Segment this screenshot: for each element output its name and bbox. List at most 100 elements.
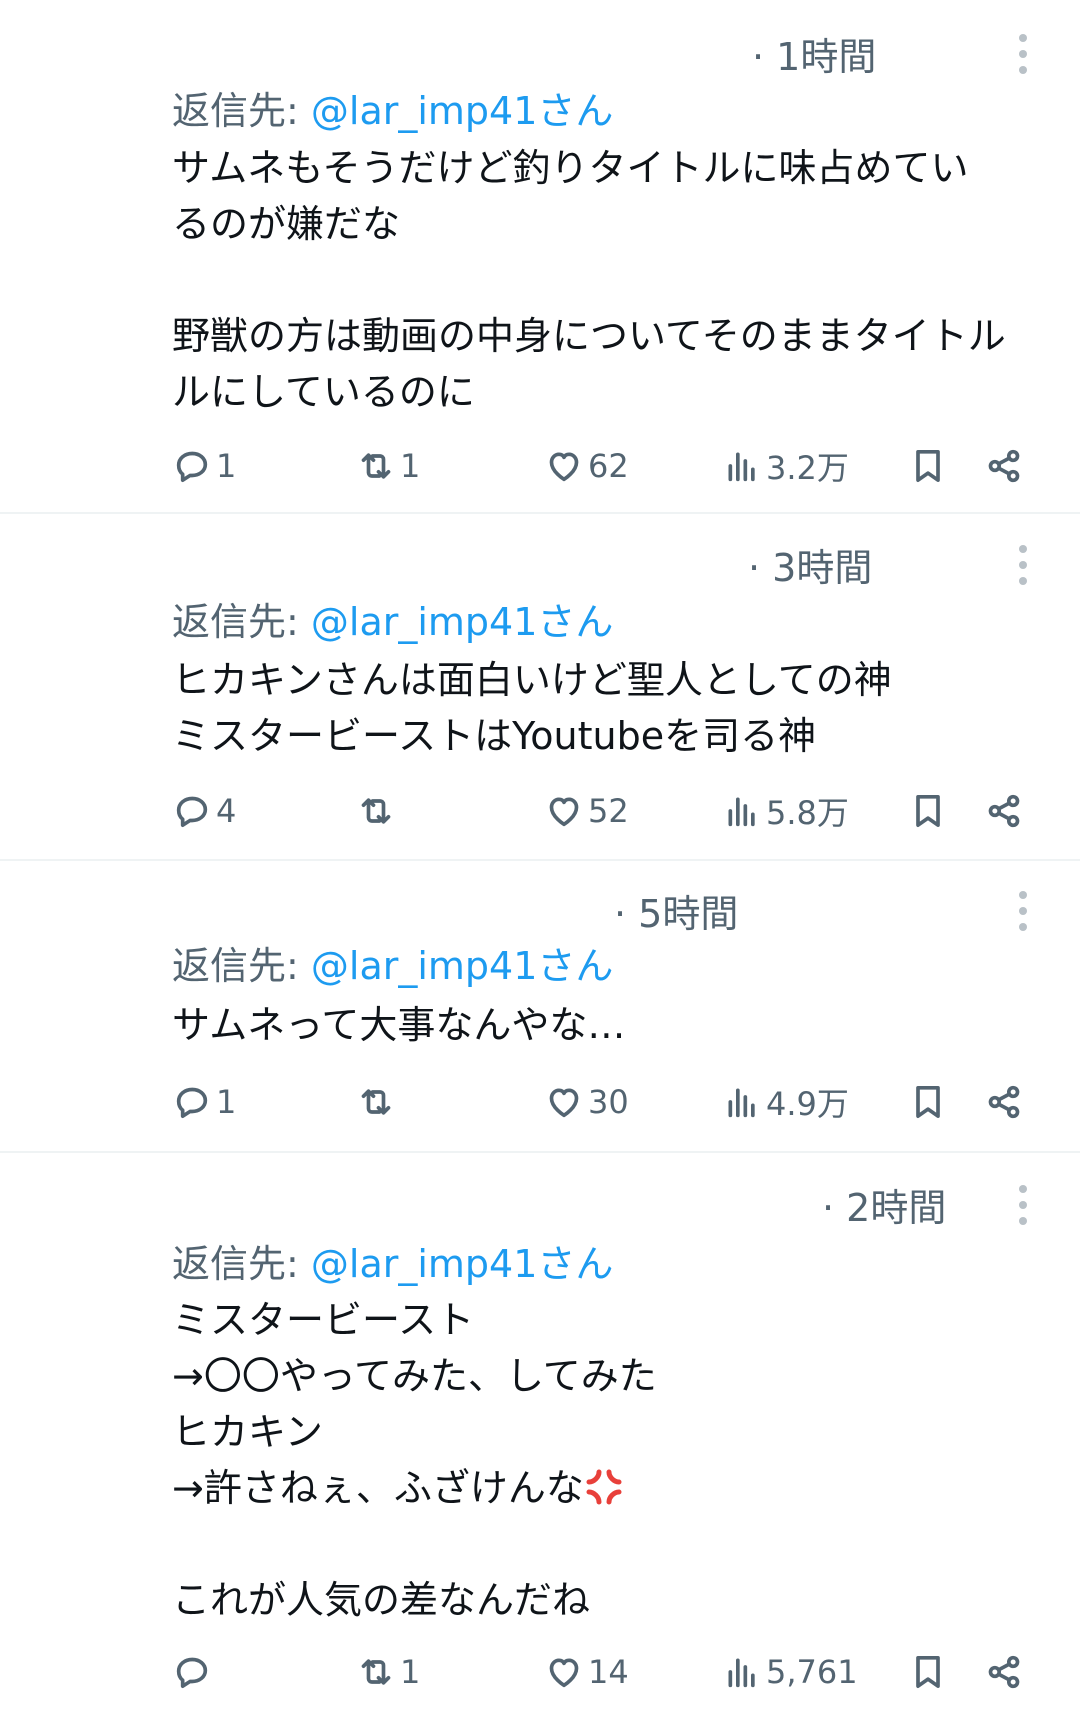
tweet-text-line: 野獣の方は動画の中身についてそのままタイトル	[172, 314, 1006, 358]
reply-button[interactable]	[172, 1646, 216, 1698]
heart-icon	[549, 797, 579, 827]
retweet-icon	[361, 798, 391, 824]
heart-icon	[549, 1658, 579, 1688]
reply-icon	[176, 1657, 208, 1688]
tweet-timestamp[interactable]: · 3時間	[748, 537, 872, 592]
bookmark-button[interactable]	[908, 785, 948, 837]
heart-icon	[549, 452, 579, 482]
action-bar: 1 1 62 3.2万	[0, 440, 1080, 492]
share-button[interactable]	[984, 1076, 1024, 1128]
views-button[interactable]: 3.2万	[722, 440, 849, 492]
reply-handle-link[interactable]: @lar_imp41さん	[311, 600, 614, 644]
view-count: 5,761	[766, 1653, 858, 1691]
reply-to-line: 返信先: @lar_imp41さん	[172, 80, 613, 135]
views-button[interactable]: 4.9万	[722, 1076, 849, 1128]
reply-handle-link[interactable]: @lar_imp41さん	[311, 1242, 614, 1286]
reply-prefix: 返信先:	[172, 89, 311, 133]
tweet[interactable]: · 3時間 返信先: @lar_imp41さん ヒカキンさんは面白いけど聖人とし…	[0, 513, 1080, 859]
share-icon	[988, 449, 1020, 483]
view-count: 4.9万	[766, 1085, 849, 1123]
bookmark-button[interactable]	[908, 1646, 948, 1698]
bookmark-button[interactable]	[908, 440, 948, 492]
share-button[interactable]	[984, 785, 1024, 837]
anger-emoji	[586, 1469, 622, 1505]
bookmark-icon	[916, 1086, 940, 1118]
views-icon	[728, 1088, 755, 1118]
tweet-text-line-with-emoji: →許さねぇ、ふざけんな	[172, 1460, 1052, 1516]
reply-icon	[176, 796, 208, 827]
bookmark-icon	[916, 450, 940, 482]
tweet-text: ミスタービースト →〇〇やってみた、してみた ヒカキン →許さねぇ、ふざけんな …	[172, 1292, 1052, 1628]
tweet-timestamp[interactable]: · 5時間	[614, 883, 738, 938]
tweet-text-line: サムネって大事なんやな…	[172, 1003, 626, 1047]
reply-button[interactable]: 1	[172, 440, 236, 492]
tweet-text-line: ミスタービーストはYoutubeを司る神	[172, 714, 817, 758]
share-button[interactable]	[984, 440, 1024, 492]
views-button[interactable]: 5,761	[722, 1646, 858, 1698]
retweet-icon	[361, 1659, 391, 1685]
share-button[interactable]	[984, 1646, 1024, 1698]
reply-to-line: 返信先: @lar_imp41さん	[172, 1233, 613, 1288]
tweet-timestamp[interactable]: · 1時間	[752, 26, 876, 81]
views-icon	[728, 1658, 755, 1688]
retweet-icon	[361, 453, 391, 479]
tweet-text-fragment: →許さねぇ、ふざけんな	[172, 1466, 584, 1510]
like-count: 62	[588, 447, 629, 485]
tweet-text-line: これが人気の差なんだね	[172, 1578, 591, 1622]
view-count: 3.2万	[766, 449, 849, 487]
views-icon	[728, 797, 755, 827]
retweet-button[interactable]	[356, 785, 400, 837]
view-count: 5.8万	[766, 794, 849, 832]
more-icon[interactable]	[1013, 1183, 1033, 1227]
action-bar: 1 14 5,761	[0, 1646, 1080, 1698]
more-icon[interactable]	[1013, 543, 1033, 587]
tweet-text: サムネもそうだけど釣りタイトルに味占めてい るのが嫌だな 野獣の方は動画の中身に…	[172, 140, 1052, 420]
reply-icon	[176, 451, 208, 482]
tweet-text-line: サムネもそうだけど釣りタイトルに味占めてい	[172, 146, 969, 190]
share-icon	[988, 1085, 1020, 1119]
more-icon[interactable]	[1013, 32, 1033, 76]
reply-to-line: 返信先: @lar_imp41さん	[172, 935, 613, 990]
like-button[interactable]: 52	[544, 785, 629, 837]
like-count: 52	[588, 792, 629, 830]
tweet-text: サムネって大事なんやな…	[172, 997, 1052, 1053]
retweet-button[interactable]	[356, 1076, 400, 1128]
heart-icon	[549, 1088, 579, 1118]
like-count: 14	[588, 1653, 629, 1691]
tweet-text: ヒカキンさんは面白いけど聖人としての神 ミスタービーストはYoutubeを司る神	[172, 652, 1052, 764]
reply-count: 4	[216, 792, 237, 830]
tweet-text-line: るのが嫌だな	[172, 202, 401, 246]
retweet-icon	[361, 1089, 391, 1115]
retweet-count: 1	[400, 447, 421, 485]
bookmark-icon	[916, 1656, 940, 1688]
retweet-button[interactable]: 1	[356, 1646, 420, 1698]
tweet-timestamp[interactable]: · 2時間	[822, 1177, 946, 1232]
action-bar: 1 30 4.9万	[0, 1076, 1080, 1128]
reply-button[interactable]: 1	[172, 1076, 236, 1128]
tweet[interactable]: · 2時間 返信先: @lar_imp41さん ミスタービースト →〇〇やってみ…	[0, 1153, 1080, 1710]
share-icon	[988, 794, 1020, 828]
tweet-text-line: →〇〇やってみた、してみた	[172, 1354, 657, 1398]
like-button[interactable]: 30	[544, 1076, 629, 1128]
reply-count: 1	[216, 1083, 237, 1121]
tweet[interactable]: · 1時間 返信先: @lar_imp41さん サムネもそうだけど釣りタイトルに…	[0, 0, 1080, 513]
reply-handle-link[interactable]: @lar_imp41さん	[311, 89, 614, 133]
bookmark-button[interactable]	[908, 1076, 948, 1128]
tweet-text-line: ルにしているのに	[172, 370, 475, 414]
more-icon[interactable]	[1013, 889, 1033, 933]
reply-prefix: 返信先:	[172, 944, 311, 988]
bookmark-icon	[916, 795, 940, 827]
reply-button[interactable]: 4	[172, 785, 236, 837]
action-bar: 4 52 5.8万	[0, 785, 1080, 837]
like-button[interactable]: 62	[544, 440, 629, 492]
tweet-text-line: ヒカキンさんは面白いけど聖人としての神	[172, 658, 892, 702]
reply-handle-link[interactable]: @lar_imp41さん	[311, 944, 614, 988]
retweet-button[interactable]: 1	[356, 440, 420, 492]
like-button[interactable]: 14	[544, 1646, 629, 1698]
views-button[interactable]: 5.8万	[722, 785, 849, 837]
tweet[interactable]: · 5時間 返信先: @lar_imp41さん サムネって大事なんやな… 1 3…	[0, 861, 1080, 1151]
reply-prefix: 返信先:	[172, 600, 311, 644]
tweet-text-line: ミスタービースト	[172, 1298, 475, 1342]
reply-to-line: 返信先: @lar_imp41さん	[172, 591, 613, 646]
tweet-text-line	[172, 252, 1052, 308]
